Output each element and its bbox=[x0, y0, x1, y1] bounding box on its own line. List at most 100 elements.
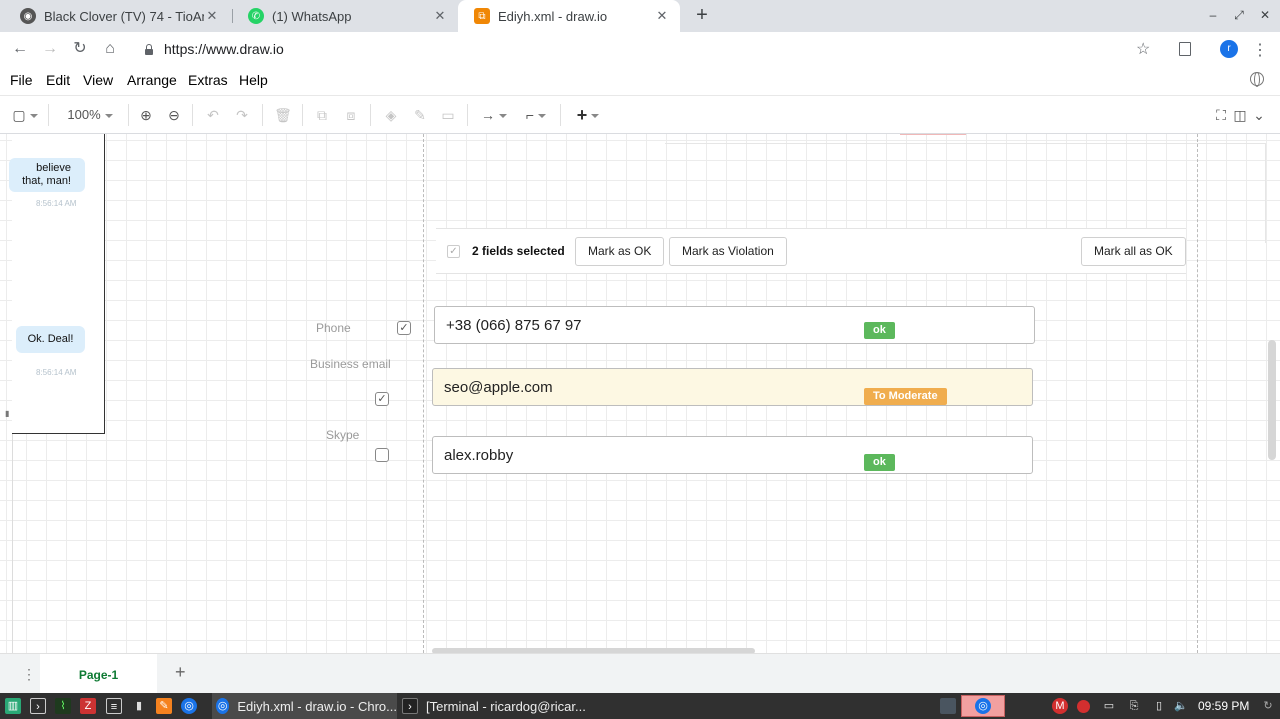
minimize-icon[interactable]: – bbox=[1204, 6, 1222, 24]
status-badge: ok bbox=[864, 322, 895, 339]
chat-panel-shape[interactable]: believe that, man! 8:56:14 AM Ok. Deal! … bbox=[9, 134, 105, 434]
tab-tioanime[interactable]: ◉ Black Clover (TV) 74 - TioAnim ✕ bbox=[4, 0, 230, 32]
z-app-icon[interactable]: Z bbox=[80, 698, 96, 714]
to-front-icon[interactable]: ⧉ bbox=[313, 106, 331, 124]
redo-icon[interactable]: ↷ bbox=[233, 106, 251, 124]
clock: 09:59 PM bbox=[1198, 699, 1250, 713]
back-icon[interactable]: ← bbox=[8, 37, 32, 61]
notes-launcher-icon[interactable]: ≡ bbox=[106, 698, 122, 714]
diagram-canvas[interactable]: believe that, man! 8:56:14 AM Ok. Deal! … bbox=[0, 134, 1280, 653]
extension-icon[interactable] bbox=[1179, 42, 1191, 56]
page-tabs-bar: ⋮ Page-1 + bbox=[0, 653, 1280, 694]
insert-plus-icon[interactable]: + bbox=[572, 106, 604, 124]
menu-edit[interactable]: Edit bbox=[46, 72, 70, 88]
monitor-launcher-icon[interactable]: ⌇ bbox=[55, 698, 71, 714]
taskbar-item-terminal[interactable]: › [Terminal - ricardog@ricar... bbox=[400, 693, 590, 719]
skype-checkbox[interactable] bbox=[375, 448, 389, 462]
waypoints-icon[interactable]: ⌐ bbox=[520, 106, 552, 124]
zoom-level: 100% bbox=[67, 107, 101, 122]
message-time: 8:56:14 AM bbox=[36, 368, 77, 377]
battery-icon[interactable]: ▯ bbox=[1151, 698, 1167, 714]
format-panel-icon[interactable]: ▢ bbox=[9, 106, 41, 124]
page-break-line bbox=[1197, 134, 1198, 653]
profile-avatar[interactable]: r bbox=[1220, 40, 1238, 58]
task-label: [Terminal - ricardog@ricar... bbox=[426, 698, 586, 714]
browser-menu-icon[interactable]: ⋮ bbox=[1252, 40, 1268, 60]
split-panel-icon[interactable]: ◫ bbox=[1232, 106, 1248, 124]
browser-launcher-icon[interactable]: ◎ bbox=[181, 698, 197, 714]
shadow-icon[interactable]: ▭ bbox=[439, 106, 457, 124]
business-email-field[interactable]: seo@apple.com To Moderate bbox=[432, 368, 1033, 406]
browser-tab-strip: ◉ Black Clover (TV) 74 - TioAnim ✕ ✆ (1)… bbox=[0, 0, 1280, 32]
home-icon[interactable]: ⌂ bbox=[98, 37, 122, 61]
resize-handle-icon[interactable]: ▮ bbox=[5, 409, 9, 418]
bookmark-star-icon[interactable]: ☆ bbox=[1136, 39, 1150, 59]
collapse-chevron-icon[interactable]: ⌄ bbox=[1251, 106, 1267, 124]
business-email-value: seo@apple.com bbox=[444, 379, 553, 396]
fullscreen-icon[interactable]: ⛶ bbox=[1213, 106, 1229, 124]
maximize-icon[interactable]: ⤢ bbox=[1230, 6, 1248, 24]
volume-icon[interactable]: 🔈 bbox=[1173, 698, 1189, 714]
clipboard-icon[interactable]: ⎘ bbox=[1126, 698, 1142, 714]
chat-bubble: Ok. Deal! bbox=[16, 326, 85, 353]
file-launcher-icon[interactable]: ▮ bbox=[131, 698, 147, 714]
menu-extras[interactable]: Extras bbox=[188, 72, 228, 88]
messages-icon[interactable]: ▭ bbox=[1101, 698, 1117, 714]
zoom-in-icon[interactable]: ⊕ bbox=[137, 106, 155, 124]
page-tab[interactable]: Page-1 bbox=[40, 654, 157, 694]
connection-arrow-icon[interactable]: → bbox=[478, 106, 510, 124]
start-menu-icon[interactable]: ▥ bbox=[5, 698, 21, 714]
select-all-checkbox[interactable]: ✓ bbox=[447, 245, 460, 258]
menu-help[interactable]: Help bbox=[239, 72, 268, 88]
shape-edge bbox=[900, 134, 966, 135]
record-icon[interactable] bbox=[1077, 700, 1090, 713]
tab-drawio[interactable]: ⧉ Ediyh.xml - draw.io ✕ bbox=[458, 0, 680, 32]
drawio-icon: ⧉ bbox=[474, 8, 490, 24]
workspace-icon[interactable] bbox=[940, 698, 956, 714]
mark-ok-button[interactable]: Mark as OK bbox=[575, 237, 665, 266]
message-time: 8:56:14 AM bbox=[36, 199, 77, 208]
menu-arrange[interactable]: Arrange bbox=[127, 72, 177, 88]
phone-value: +38 (066) 875 67 97 bbox=[446, 317, 582, 334]
pages-menu-icon[interactable]: ⋮ bbox=[22, 666, 36, 683]
session-icon[interactable]: ↻ bbox=[1260, 698, 1276, 714]
to-back-icon[interactable]: ⧈ bbox=[342, 106, 360, 124]
chrome-tray-icon[interactable]: ◎ bbox=[975, 698, 991, 714]
mark-all-ok-button[interactable]: Mark all as OK bbox=[1081, 237, 1186, 266]
business-email-checkbox[interactable]: ✓ bbox=[375, 392, 389, 406]
language-globe-icon[interactable] bbox=[1250, 72, 1264, 87]
close-icon[interactable]: ✕ bbox=[432, 8, 448, 24]
terminal-launcher-icon[interactable]: › bbox=[30, 698, 46, 714]
address-bar[interactable]: https://www.draw.io bbox=[134, 35, 1164, 63]
chrome-icon: ◎ bbox=[216, 698, 230, 714]
close-icon[interactable]: ✕ bbox=[654, 8, 670, 24]
status-badge: To Moderate bbox=[864, 388, 947, 405]
chat-bubble: believe that, man! bbox=[9, 158, 85, 192]
zoom-select[interactable]: 100% bbox=[62, 106, 118, 124]
lock-icon bbox=[144, 43, 154, 55]
new-tab-button[interactable]: + bbox=[690, 4, 714, 28]
undo-icon[interactable]: ↶ bbox=[204, 106, 222, 124]
phone-checkbox[interactable]: ✓ bbox=[397, 321, 411, 335]
mega-icon[interactable]: M bbox=[1052, 698, 1068, 714]
zoom-out-icon[interactable]: ⊖ bbox=[165, 106, 183, 124]
tab-whatsapp[interactable]: ✆ (1) WhatsApp ✕ bbox=[232, 0, 458, 32]
delete-icon[interactable]: 🗑 bbox=[274, 106, 292, 124]
menu-file[interactable]: File bbox=[10, 72, 33, 88]
menu-view[interactable]: View bbox=[83, 72, 113, 88]
forward-icon[interactable]: → bbox=[38, 37, 62, 61]
mark-violation-button[interactable]: Mark as Violation bbox=[669, 237, 787, 266]
fill-color-icon[interactable]: ◈ bbox=[382, 106, 400, 124]
phone-field[interactable]: +38 (066) 875 67 97 ok bbox=[434, 306, 1035, 344]
line-color-icon[interactable]: ✎ bbox=[411, 106, 429, 124]
add-page-icon[interactable]: + bbox=[175, 662, 186, 683]
close-icon[interactable]: ✕ bbox=[204, 8, 220, 24]
skype-field[interactable]: alex.robby ok bbox=[432, 436, 1033, 474]
vertical-scrollbar[interactable] bbox=[1268, 340, 1276, 460]
reload-icon[interactable]: ↻ bbox=[68, 37, 92, 61]
taskbar-item-chrome[interactable]: ◎ Ediyh.xml - draw.io - Chro... bbox=[212, 693, 397, 719]
editor-launcher-icon[interactable]: ✎ bbox=[156, 698, 172, 714]
shape-edge bbox=[1265, 143, 1266, 243]
selection-bar: ✓ 2 fields selected Mark as OK Mark as V… bbox=[436, 228, 1186, 274]
window-close-icon[interactable]: ✕ bbox=[1256, 6, 1274, 24]
